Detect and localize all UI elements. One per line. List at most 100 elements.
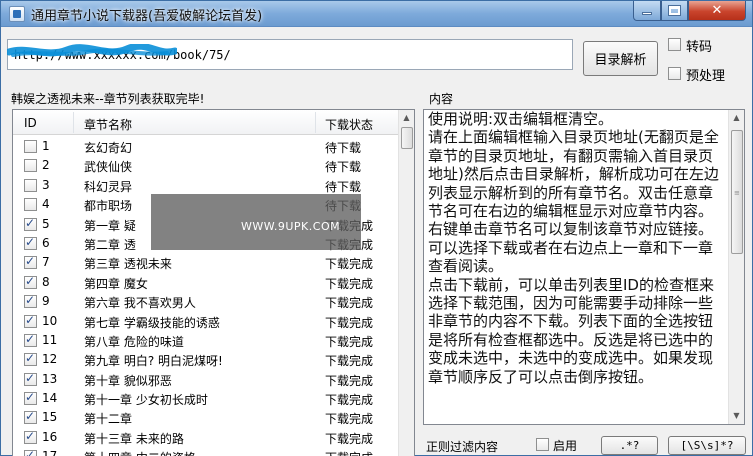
- row-download-status: 下载完成: [325, 431, 374, 446]
- row-download-status: 下载完成: [325, 257, 374, 272]
- row-chapter-name[interactable]: 第六章 我不喜欢男人: [84, 294, 196, 311]
- row-chapter-name[interactable]: 科幻灵异: [84, 178, 132, 195]
- transcode-label: 转码: [686, 40, 713, 55]
- table-row[interactable]: 9 第六章 我不喜欢男人 下载完成: [13, 292, 398, 311]
- row-chapter-name[interactable]: 第八章 危险的味道: [84, 333, 184, 350]
- row-id: 2: [42, 158, 50, 173]
- row-id: 14: [42, 391, 58, 406]
- row-checkbox[interactable]: [24, 371, 37, 386]
- row-checkbox[interactable]: [24, 429, 37, 444]
- row-id: 9: [42, 294, 50, 309]
- row-chapter-name[interactable]: 第二章 透: [84, 236, 136, 253]
- close-button[interactable]: ✕: [688, 1, 746, 21]
- watermark-text: WWW.9UPK.COM: [241, 220, 341, 233]
- preprocess-checkbox[interactable]: [668, 67, 681, 80]
- table-row[interactable]: 3 科幻灵异 待下载: [13, 176, 398, 195]
- row-checkbox[interactable]: [24, 140, 37, 153]
- column-header-id[interactable]: ID: [24, 116, 37, 130]
- row-download-status: 下载完成: [325, 296, 374, 311]
- row-chapter-name[interactable]: 第十四章 中二的资格: [84, 449, 196, 456]
- maximize-button[interactable]: [661, 1, 688, 21]
- row-download-status: 下载完成: [325, 276, 374, 291]
- table-row[interactable]: 11 第八章 危险的味道 下载完成: [13, 331, 398, 350]
- list-scrollbar[interactable]: ▲: [398, 110, 414, 456]
- maximize-icon: [669, 6, 680, 15]
- watermark-overlay: WWW.9UPK.COM: [151, 194, 361, 250]
- row-checkbox[interactable]: [24, 390, 37, 406]
- regex-pattern-button-2[interactable]: [\S\s]*?: [668, 436, 746, 455]
- list-rows: 1玄幻奇幻待下载2武侠仙侠待下载3科幻灵异待下载4都市职场待下载5第一章 疑下载…: [13, 137, 398, 456]
- row-checkbox[interactable]: [24, 159, 37, 173]
- scroll-down-icon[interactable]: ▼: [729, 408, 744, 424]
- row-checkbox[interactable]: [24, 313, 37, 328]
- table-row[interactable]: 16 第十三章 未来的路 下载完成: [13, 428, 398, 447]
- close-icon: ✕: [711, 3, 723, 18]
- scrollbar-thumb[interactable]: [401, 127, 413, 149]
- row-chapter-name[interactable]: 都市职场: [84, 197, 132, 214]
- row-id: 11: [42, 332, 58, 347]
- scroll-up-icon[interactable]: ▲: [729, 110, 744, 126]
- table-row[interactable]: 2 武侠仙侠 待下载: [13, 156, 398, 175]
- row-chapter-name[interactable]: 第七章 学霸级技能的诱惑: [84, 314, 220, 331]
- row-checkbox[interactable]: [24, 293, 37, 309]
- row-checkbox[interactable]: [24, 351, 37, 367]
- row-chapter-name[interactable]: 第十三章 未来的路: [84, 430, 184, 447]
- row-chapter-name[interactable]: 第一章 疑: [84, 217, 136, 234]
- table-row[interactable]: 15 第十二章 下载完成: [13, 408, 398, 427]
- table-row[interactable]: 13 第十章 貌似邪恶 下载完成: [13, 370, 398, 389]
- row-id: 13: [42, 371, 58, 386]
- row-chapter-name[interactable]: 第十二章: [84, 410, 132, 427]
- row-checkbox[interactable]: [24, 216, 37, 231]
- row-chapter-name[interactable]: 玄幻奇幻: [84, 139, 132, 156]
- regex-pattern-button-1[interactable]: .*?: [601, 436, 658, 455]
- row-checkbox[interactable]: [24, 448, 37, 456]
- table-row[interactable]: 17 第十四章 中二的资格 下载完成: [13, 447, 398, 456]
- table-row[interactable]: 7 第三章 透视未来 下载完成: [13, 253, 398, 272]
- row-id: 4: [42, 197, 50, 212]
- column-divider[interactable]: [73, 112, 74, 133]
- scroll-up-icon[interactable]: ▲: [399, 110, 414, 126]
- transcode-checkbox[interactable]: [668, 38, 681, 51]
- row-checkbox[interactable]: [24, 198, 37, 212]
- row-id: 1: [42, 139, 50, 153]
- row-chapter-name[interactable]: 武侠仙侠: [84, 158, 132, 175]
- table-row[interactable]: 8 第四章 魔女 下载完成: [13, 273, 398, 292]
- row-checkbox[interactable]: [24, 332, 37, 347]
- row-checkbox[interactable]: [24, 274, 37, 289]
- row-id: 12: [42, 352, 58, 367]
- column-header-name[interactable]: 章节名称: [84, 116, 132, 133]
- row-chapter-name[interactable]: 第十章 貌似邪恶: [84, 372, 172, 389]
- column-divider[interactable]: [315, 112, 316, 133]
- column-header-status[interactable]: 下载状态: [325, 116, 373, 133]
- row-chapter-name[interactable]: 第三章 透视未来: [84, 255, 172, 272]
- parse-directory-button[interactable]: 目录解析: [583, 41, 658, 76]
- grip-icon: ≡: [734, 189, 740, 197]
- row-chapter-name[interactable]: 第十一章 少女初长成时: [84, 391, 208, 408]
- row-checkbox[interactable]: [24, 178, 37, 192]
- minimize-button[interactable]: [633, 1, 661, 21]
- row-checkbox[interactable]: [24, 409, 37, 425]
- enable-filter-checkbox[interactable]: [536, 438, 549, 451]
- row-checkbox[interactable]: [24, 235, 37, 250]
- preprocess-label: 预处理: [686, 69, 726, 84]
- row-download-status: 待下载: [325, 160, 362, 175]
- url-input[interactable]: [7, 39, 573, 70]
- window-title: 通用章节小说下载器(吾爱破解论坛首发): [31, 9, 263, 24]
- regex-filter-label: 正则过滤内容: [426, 440, 499, 454]
- table-row[interactable]: 10 第七章 学霸级技能的诱惑 下载完成: [13, 312, 398, 331]
- table-row[interactable]: 1 玄幻奇幻 待下载: [13, 137, 398, 156]
- row-checkbox[interactable]: [24, 254, 37, 270]
- row-chapter-name[interactable]: 第九章 明白? 明白泥煤呀!: [84, 352, 223, 369]
- row-id: 15: [42, 410, 58, 425]
- chapter-list[interactable]: ID 章节名称 下载状态 1 玄幻奇幻待下载 2 武侠仙侠 待下载 3 科幻灵异 待下载 4 都市…: [12, 109, 415, 456]
- table-row[interactable]: 14 第十一章 少女初长成时 下载完成: [13, 389, 398, 408]
- content-scrollbar[interactable]: ▲ ≡ ▼: [728, 110, 744, 424]
- content-text[interactable]: 使用说明:双击编辑框清空。 请在上面编辑框输入目录页地址(无翻页是全章节的目录页…: [428, 110, 726, 386]
- table-row[interactable]: 12 第九章 明白? 明白泥煤呀! 下载完成: [13, 350, 398, 369]
- row-id: 17: [42, 449, 57, 456]
- content-editor[interactable]: 使用说明:双击编辑框清空。 请在上面编辑框输入目录页地址(无翻页是全章节的目录页…: [423, 109, 745, 425]
- row-chapter-name[interactable]: 第四章 魔女: [84, 275, 148, 292]
- minimize-icon: [642, 12, 652, 15]
- scrollbar-thumb[interactable]: ≡: [731, 130, 743, 254]
- title-bar[interactable]: 通用章节小说下载器(吾爱破解论坛首发) ✕: [1, 1, 752, 27]
